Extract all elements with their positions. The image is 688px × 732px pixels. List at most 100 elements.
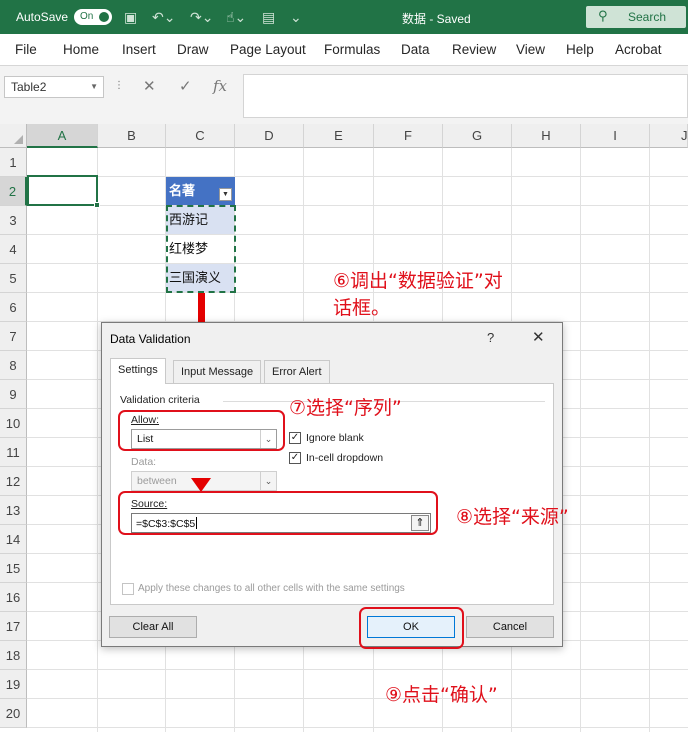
column-header-c[interactable]: C — [166, 124, 235, 148]
table-header-cell[interactable]: 名著 ▼ — [166, 177, 235, 205]
ignore-blank-label: Ignore blank — [306, 432, 364, 444]
redo-icon[interactable]: ↷⌄ — [190, 9, 213, 26]
row-header-4[interactable]: 4 — [0, 235, 27, 264]
quick-access-icon[interactable]: ▤ — [262, 9, 275, 26]
title-bar: AutoSave On ▣ ↶⌄ ↷⌄ ☝⌄ ▤ ⌄ 数据 - Saved ⚲ … — [0, 0, 688, 34]
autosave-toggle[interactable]: On — [74, 9, 112, 25]
formula-bar: Table2 ▼ ⋮ ✕ ✓ fx — [0, 66, 688, 124]
formula-input[interactable] — [243, 74, 688, 118]
row-header-1[interactable]: 1 — [0, 148, 27, 177]
cancel-formula-icon[interactable]: ✕ — [143, 77, 156, 95]
ignore-blank-checkbox[interactable]: ✓ — [289, 432, 301, 444]
ribbon-tabs: File Home Insert Draw Page Layout Formul… — [0, 34, 688, 66]
document-title[interactable]: 数据 - Saved — [402, 10, 471, 27]
customize-quick-access-icon[interactable]: ⌄ — [290, 9, 302, 26]
row-header-18[interactable]: 18 — [0, 641, 27, 670]
row-header-7[interactable]: 7 — [0, 322, 27, 351]
search-icon: ⚲ — [598, 8, 608, 23]
name-box-dropdown-icon[interactable]: ▼ — [90, 82, 98, 91]
tab-home[interactable]: Home — [63, 42, 99, 57]
row-header-15[interactable]: 15 — [0, 554, 27, 583]
row-header-11[interactable]: 11 — [0, 438, 27, 467]
tab-help[interactable]: Help — [566, 42, 594, 57]
enter-formula-icon[interactable]: ✓ — [179, 77, 192, 95]
column-header-h[interactable]: H — [512, 124, 581, 148]
undo-icon[interactable]: ↶⌄ — [152, 9, 175, 26]
annotation-step9: ⑨点击“确认” — [385, 684, 498, 706]
column-header-f[interactable]: F — [374, 124, 443, 148]
close-icon[interactable]: ✕ — [532, 328, 545, 346]
cancel-button[interactable]: Cancel — [466, 616, 554, 638]
active-cell-a2[interactable] — [27, 175, 100, 208]
filter-dropdown-icon[interactable]: ▼ — [219, 188, 232, 201]
row-header-16[interactable]: 16 — [0, 583, 27, 612]
row-header-14[interactable]: 14 — [0, 525, 27, 554]
search-box[interactable]: ⚲ Search — [586, 6, 686, 28]
annotation-arrow-head — [191, 478, 211, 492]
tab-settings[interactable]: Settings — [110, 358, 166, 384]
row-header-9[interactable]: 9 — [0, 380, 27, 409]
apply-all-checkbox[interactable] — [122, 583, 134, 595]
column-header-i[interactable]: I — [581, 124, 650, 148]
annotation-step6-line1: ⑥调出“数据验证”对 — [333, 270, 503, 292]
formula-bar-grip-icon: ⋮ — [114, 80, 124, 91]
dialog-title: Data Validation — [110, 332, 191, 346]
tab-acrobat[interactable]: Acrobat — [615, 42, 662, 57]
fill-handle[interactable] — [94, 202, 100, 208]
annotation-box-source — [118, 491, 438, 535]
name-box[interactable]: Table2 ▼ — [4, 76, 104, 98]
annotation-step6-line2: 话框。 — [333, 297, 391, 319]
clear-all-button[interactable]: Clear All — [109, 616, 197, 638]
insert-function-icon[interactable]: fx — [213, 77, 227, 95]
row-header-10[interactable]: 10 — [0, 409, 27, 438]
autosave-label: AutoSave — [16, 10, 69, 24]
name-box-value: Table2 — [11, 80, 47, 94]
tab-insert[interactable]: Insert — [122, 42, 156, 57]
tab-data[interactable]: Data — [401, 42, 430, 57]
autosave-state: On — [80, 11, 94, 22]
validation-criteria-label: Validation criteria — [120, 394, 200, 406]
tab-error-alert[interactable]: Error Alert — [264, 360, 330, 384]
apply-all-label: Apply these changes to all other cells w… — [138, 583, 405, 594]
tab-input-message[interactable]: Input Message — [173, 360, 262, 384]
row-header-13[interactable]: 13 — [0, 496, 27, 525]
column-header-e[interactable]: E — [304, 124, 374, 148]
annotation-box-allow — [118, 410, 285, 451]
row-header-6[interactable]: 6 — [0, 293, 27, 322]
tab-file[interactable]: File — [15, 42, 37, 57]
column-header-j[interactable]: J — [650, 124, 688, 148]
row-header-2[interactable]: 2 — [0, 177, 27, 206]
row-header-19[interactable]: 19 — [0, 670, 27, 699]
column-header-d[interactable]: D — [235, 124, 304, 148]
chevron-down-icon: ⌄ — [260, 472, 276, 490]
data-label: Data: — [131, 456, 157, 468]
select-all-corner[interactable] — [0, 124, 27, 148]
column-header-a[interactable]: A — [27, 124, 98, 148]
tab-formulas[interactable]: Formulas — [324, 42, 380, 57]
incell-dropdown-checkbox[interactable]: ✓ — [289, 452, 301, 464]
data-value: between — [137, 475, 177, 487]
help-button[interactable]: ? — [487, 330, 494, 345]
tab-draw[interactable]: Draw — [177, 42, 209, 57]
annotation-box-ok — [359, 607, 464, 649]
annotation-step7: ⑦选择“序列” — [289, 397, 402, 419]
row-header-12[interactable]: 12 — [0, 467, 27, 496]
touch-mode-icon[interactable]: ☝⌄ — [226, 9, 246, 26]
save-icon[interactable]: ▣ — [124, 9, 137, 26]
row-header-5[interactable]: 5 — [0, 264, 27, 293]
column-header-g[interactable]: G — [443, 124, 512, 148]
tab-view[interactable]: View — [516, 42, 545, 57]
search-label: Search — [628, 10, 667, 24]
tab-page-layout[interactable]: Page Layout — [230, 42, 306, 57]
row-header-17[interactable]: 17 — [0, 612, 27, 641]
annotation-step8: ⑧选择“来源” — [456, 506, 569, 528]
row-header-20[interactable]: 20 — [0, 699, 27, 728]
row-header-3[interactable]: 3 — [0, 206, 27, 235]
column-header-b[interactable]: B — [98, 124, 166, 148]
tab-review[interactable]: Review — [452, 42, 496, 57]
selection-marquee — [166, 205, 236, 293]
data-validation-dialog[interactable]: Data Validation ? ✕ Settings Input Messa… — [101, 322, 563, 647]
table-header-label: 名著 — [169, 183, 196, 198]
row-header-8[interactable]: 8 — [0, 351, 27, 380]
incell-dropdown-label: In-cell dropdown — [306, 452, 384, 464]
